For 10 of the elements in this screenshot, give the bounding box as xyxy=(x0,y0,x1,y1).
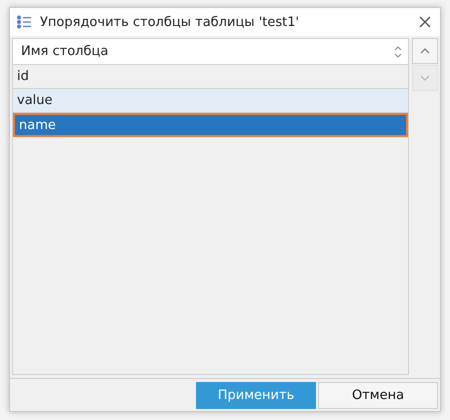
cancel-button[interactable]: Отмена xyxy=(318,382,438,408)
chevron-down-icon xyxy=(420,75,430,81)
window-title: Упорядочить столбцы таблицы 'test1' xyxy=(40,14,300,30)
list-icon xyxy=(16,15,32,29)
chevron-up-icon xyxy=(420,48,430,54)
list-item[interactable]: name xyxy=(13,113,408,137)
sort-icon xyxy=(394,44,402,58)
list-item[interactable]: value xyxy=(13,89,408,113)
move-up-button[interactable] xyxy=(412,38,438,64)
column-header[interactable]: Имя столбца xyxy=(13,39,408,65)
